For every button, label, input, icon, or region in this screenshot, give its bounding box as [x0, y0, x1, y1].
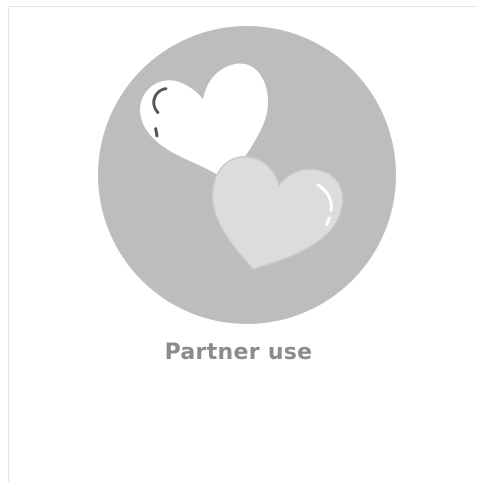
two-hearts-icon	[98, 26, 396, 324]
option-label: Partner use	[164, 340, 313, 365]
page: Partner use	[0, 0, 477, 486]
